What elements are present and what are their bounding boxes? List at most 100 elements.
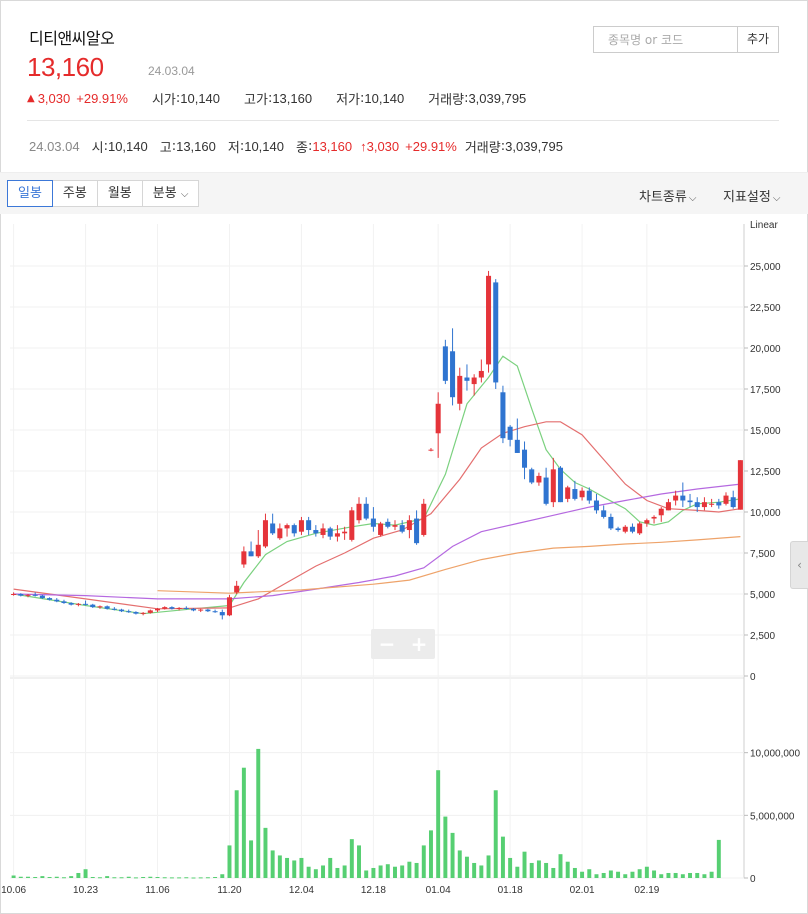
candle-body: [651, 516, 657, 519]
ohlc-low: 10,140: [244, 139, 284, 154]
candle-body: [414, 518, 420, 544]
volume-bar: [133, 877, 138, 879]
volume-bar: [40, 876, 45, 878]
zoom-out-button[interactable]: −: [371, 629, 403, 659]
volume-bar: [479, 865, 484, 878]
stock-chart[interactable]: 0 2,500 5,000 7,500 10,000 12,500 15,000 17,500…: [0, 214, 808, 914]
chart-type-dropdown[interactable]: 차트종류 ⌵: [639, 186, 696, 205]
add-button[interactable]: 추가: [737, 26, 779, 53]
candle-body: [644, 520, 650, 524]
candle-body: [190, 608, 197, 611]
volume-bar: [105, 876, 110, 878]
candle-body: [730, 497, 736, 508]
volume-bar: [529, 862, 534, 878]
candle-body: [572, 489, 578, 499]
tab-daily[interactable]: 일봉: [7, 180, 53, 207]
volume-bar: [378, 865, 383, 878]
candle-body: [716, 502, 722, 506]
volume-bar: [371, 867, 376, 878]
price-tick-label: 7,500: [750, 549, 775, 560]
volume-bar: [652, 870, 657, 878]
candle-body: [406, 520, 412, 531]
ohlc-volume-label: 거래량: [464, 141, 501, 156]
volume-bar: [673, 872, 678, 878]
volume-bar: [349, 839, 354, 878]
chevron-left-icon: ‹: [797, 558, 802, 572]
candle-body: [507, 426, 513, 440]
volume-bar: [608, 870, 613, 878]
volume-bar: [688, 872, 693, 878]
low-value: 10,140: [364, 91, 405, 106]
tab-minute[interactable]: 분봉 ⌵: [141, 180, 200, 207]
candle-body: [737, 460, 743, 510]
candle-body: [500, 392, 506, 439]
volume-bar: [472, 862, 477, 878]
volume-bar: [299, 857, 304, 878]
candle-body: [514, 439, 520, 453]
current-price: 13,160: [27, 52, 104, 82]
candle-body: [327, 528, 333, 537]
volume-bar: [321, 865, 326, 878]
volume-bar: [249, 840, 254, 878]
volume-bar: [141, 876, 146, 878]
candle-body: [723, 495, 729, 504]
volume-bar: [716, 839, 721, 878]
volume-bar: [594, 874, 599, 878]
search-input-wrapper[interactable]: [593, 26, 738, 53]
volume-bar: [709, 871, 714, 878]
candle-body: [399, 525, 405, 532]
volume-bar: [457, 850, 462, 878]
date-tick-label: 10.06: [1, 885, 26, 896]
volume-bar: [220, 874, 225, 878]
volume-bar: [450, 832, 455, 878]
volume-bar: [644, 866, 649, 878]
price-tick-label: 5,000: [750, 590, 775, 601]
panel-toggle-handle[interactable]: ‹: [790, 541, 808, 589]
volume-bar: [623, 874, 628, 878]
zoom-in-button[interactable]: +: [403, 629, 435, 659]
search-input[interactable]: [594, 27, 737, 52]
divider: [27, 120, 779, 121]
change-pct: +29.91%: [76, 91, 128, 106]
volume-bar: [443, 816, 448, 878]
chevron-down-icon: ⌵: [688, 193, 697, 204]
up-arrow-icon: ▲: [27, 93, 35, 104]
candle-body: [54, 599, 60, 602]
indicator-settings-dropdown[interactable]: 지표설정 ⌵: [723, 186, 780, 205]
candle-body: [543, 477, 549, 504]
candle-body: [673, 495, 679, 501]
low-label: 저가: [336, 93, 361, 108]
candle-body: [68, 603, 74, 605]
ohlc-date: 24.03.04: [29, 139, 80, 154]
candle-body: [378, 523, 384, 535]
candle-body: [104, 606, 110, 609]
volume-bar: [169, 877, 174, 879]
candle-body: [478, 370, 484, 378]
volume-bar: [83, 869, 88, 878]
volume-bar: [385, 864, 390, 878]
zoom-controls: − +: [371, 629, 435, 659]
candle-body: [119, 609, 125, 612]
candle-body: [486, 275, 492, 365]
high-value: 13,160: [272, 91, 313, 106]
volume-bar: [263, 827, 268, 878]
volume-bar: [630, 871, 635, 878]
candle-body: [622, 526, 628, 532]
candle-body: [298, 520, 304, 532]
tab-monthly[interactable]: 월봉: [96, 180, 143, 207]
price-tick-label: 15,000: [750, 426, 781, 437]
volume-bar: [155, 876, 160, 878]
volume-bar: [637, 869, 642, 878]
candle-body: [586, 490, 592, 501]
tab-weekly[interactable]: 주봉: [51, 180, 98, 207]
volume-bar: [702, 874, 707, 878]
volume-tick-label: 0: [750, 874, 756, 885]
price-tick-label: 25,000: [750, 262, 781, 273]
volume-bar: [256, 748, 261, 878]
candle-body: [234, 585, 240, 593]
volume-bar: [342, 865, 347, 878]
candle-body: [356, 503, 362, 521]
volume-bar: [306, 866, 311, 878]
candle-body: [133, 612, 139, 614]
volume-bar: [565, 861, 570, 878]
